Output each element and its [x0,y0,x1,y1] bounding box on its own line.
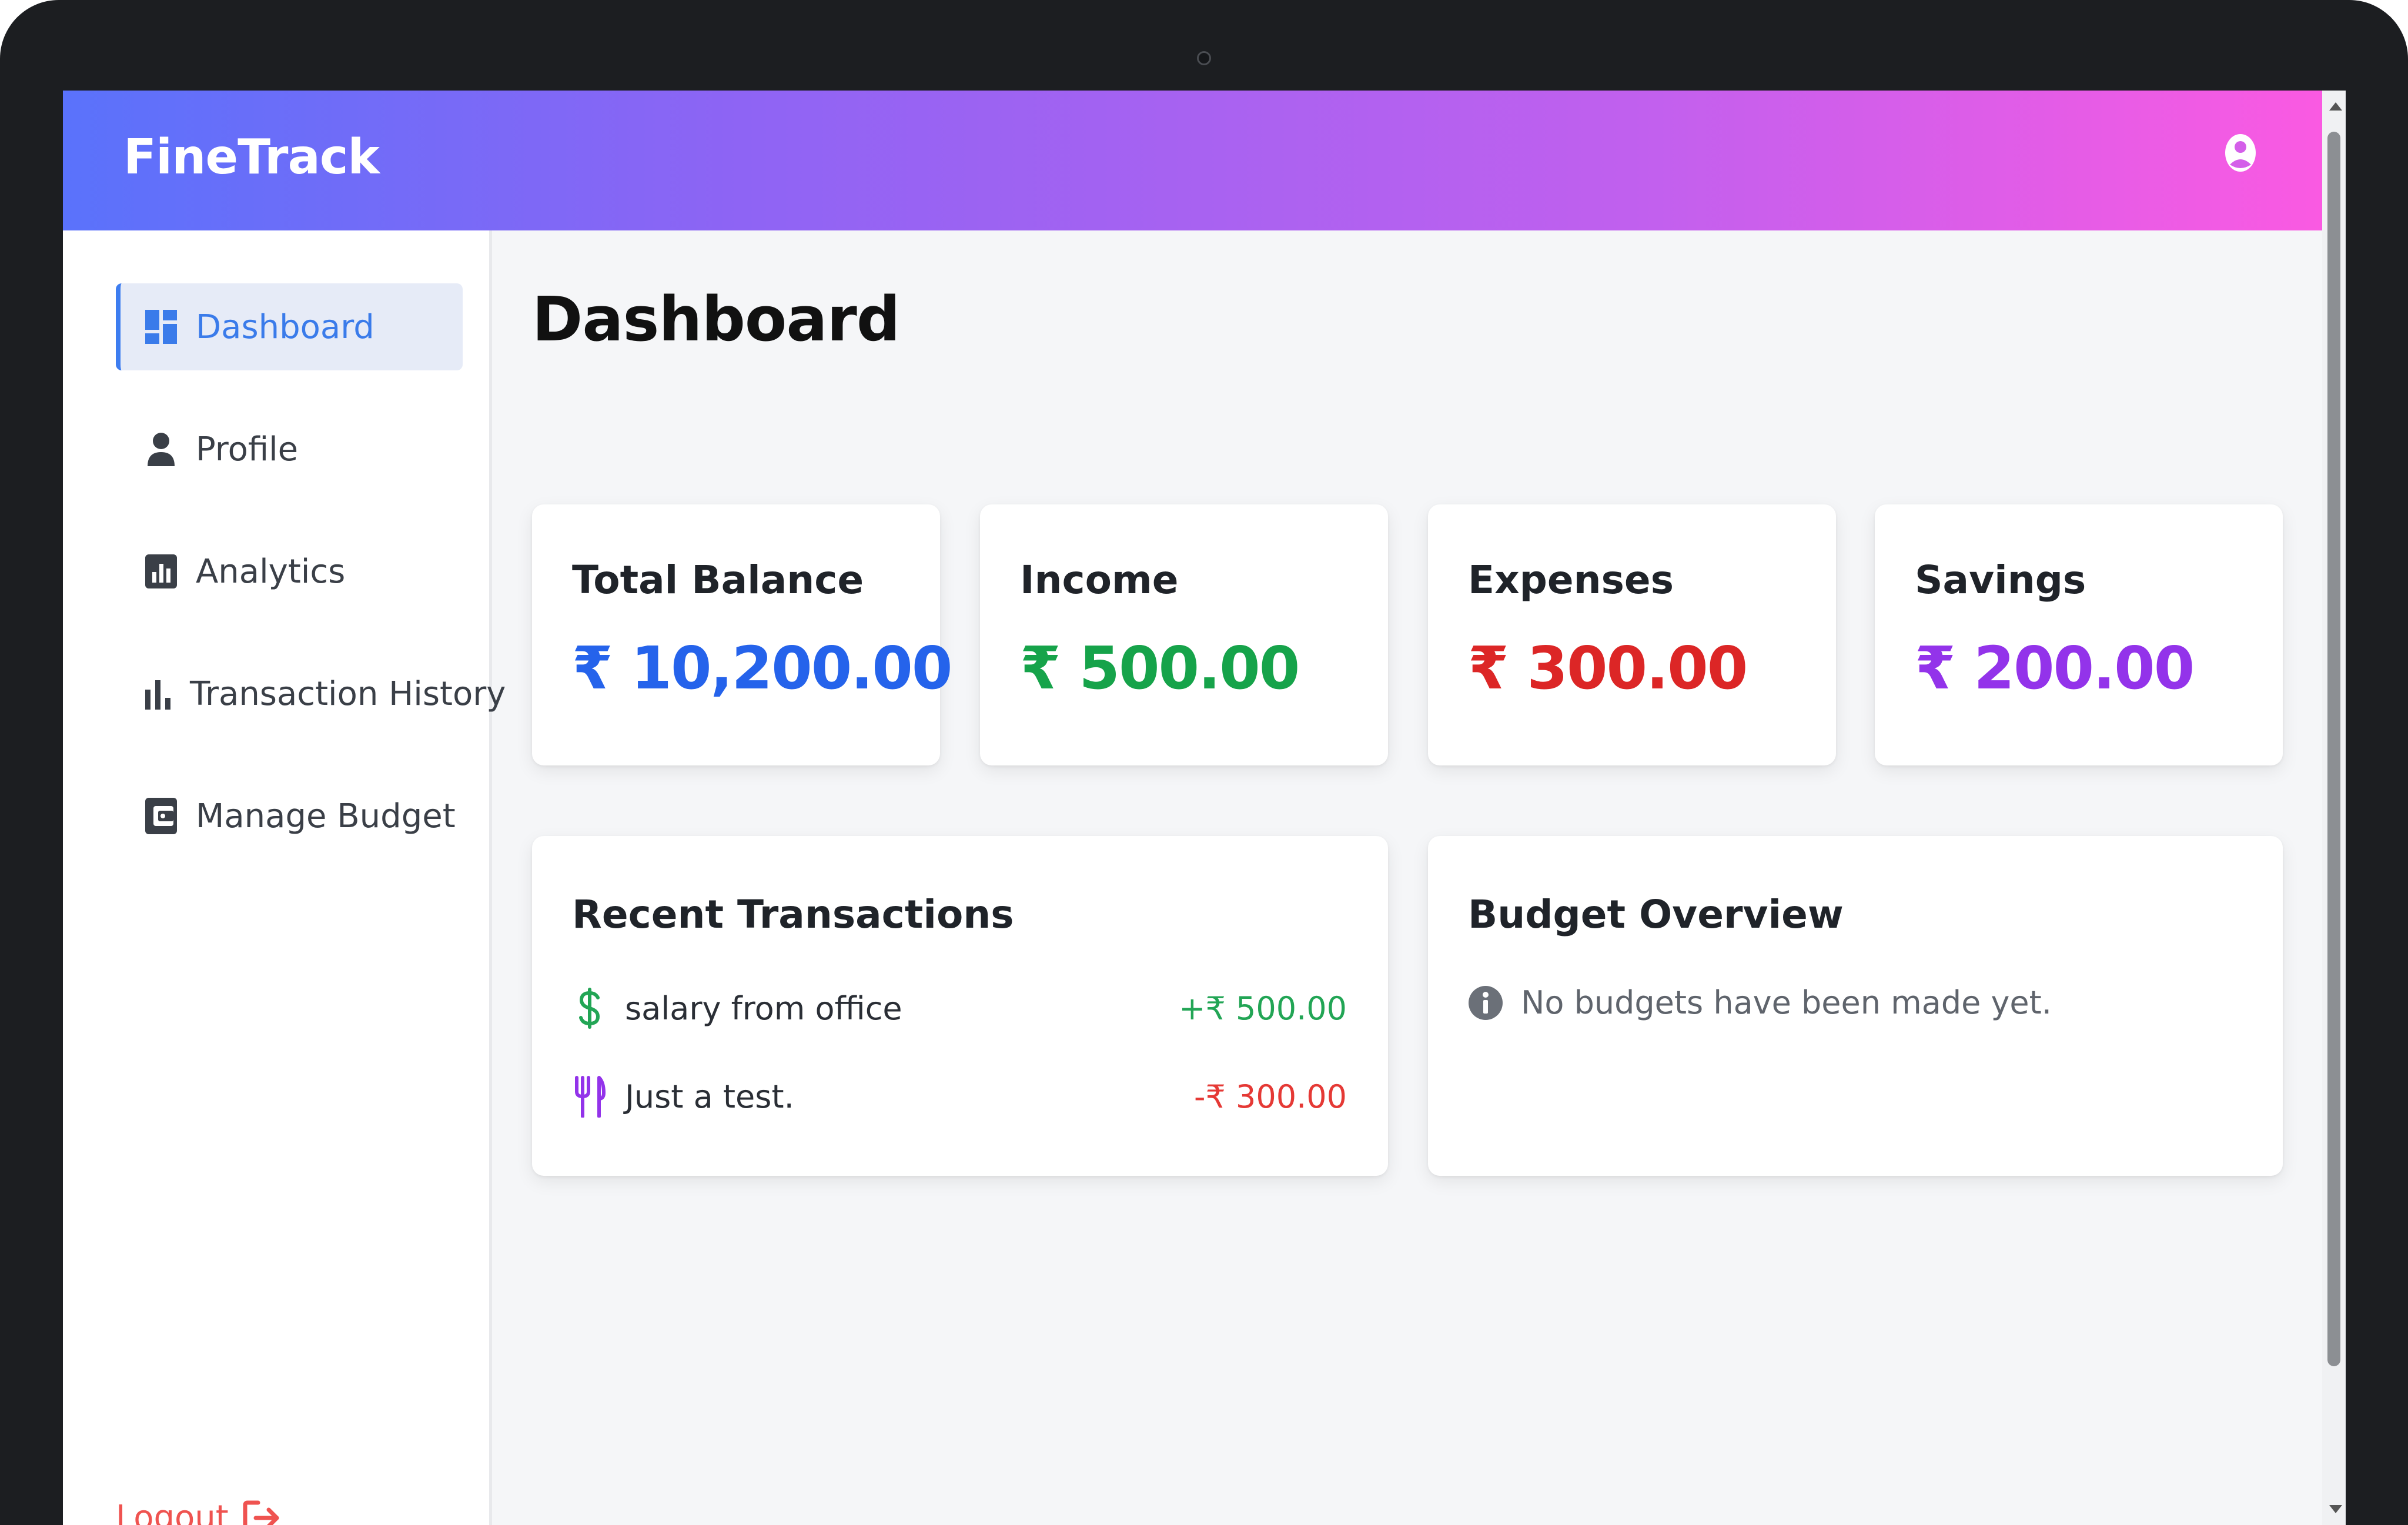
budget-empty-state: No budgets have been made yet. [1468,984,2052,1021]
stat-title: Expenses [1468,557,1674,603]
bar-chart-icon [144,677,172,711]
panel-title: Budget Overview [1468,892,1844,937]
recent-transactions-card: Recent Transactions salary from office +… [532,836,1388,1176]
transaction-amount: +₹ 500.00 [1179,989,1347,1027]
user-account-icon[interactable] [2221,129,2260,176]
stat-card-savings: Savings ₹ 200.00 [1875,504,2283,765]
scroll-thumb[interactable] [2327,132,2340,1366]
scroll-up-arrow-icon[interactable] [2329,102,2342,111]
sidebar-item-manage-budget[interactable]: Manage Budget [116,772,463,860]
stat-value: ₹ 300.00 [1468,634,1748,703]
dashboard-icon [144,310,178,344]
sidebar-item-label: Profile [196,430,299,469]
device-frame: FineTrack Dashboard Profile Analytics Tr… [0,0,2408,1525]
stat-card-income: Income ₹ 500.00 [980,504,1388,765]
stat-value: ₹ 10,200.00 [572,634,952,703]
transaction-amount: -₹ 300.00 [1194,1078,1347,1115]
logout-icon [243,1500,279,1525]
scroll-down-arrow-icon[interactable] [2329,1505,2342,1513]
logout-label: Logout [116,1499,229,1525]
dollar-icon [572,985,607,1032]
person-icon [144,432,178,466]
analytics-icon [144,554,178,588]
stat-value: ₹ 200.00 [1915,634,2195,703]
vertical-scrollbar[interactable] [2322,91,2346,1525]
main-content: Dashboard Total Balance ₹ 10,200.00 Inco… [495,230,2322,1525]
camera-dot [1197,51,1211,65]
sidebar-item-label: Manage Budget [196,797,456,835]
stat-card-expenses: Expenses ₹ 300.00 [1428,504,1836,765]
sidebar-item-label: Transaction History [190,674,506,713]
fork-knife-icon [572,1073,607,1120]
sidebar: Dashboard Profile Analytics Transaction … [63,230,506,1525]
sidebar-item-label: Dashboard [196,307,374,346]
sidebar-item-label: Analytics [196,552,346,591]
stat-title: Income [1020,557,1179,603]
sidebar-item-transaction-history[interactable]: Transaction History [116,650,506,737]
page-title: Dashboard [532,283,900,355]
budget-overview-card: Budget Overview No budgets have been mad… [1428,836,2283,1176]
transaction-description: salary from office [625,989,902,1027]
stat-value: ₹ 500.00 [1020,634,1300,703]
empty-budget-text: No budgets have been made yet. [1521,984,2052,1021]
wallet-icon [144,798,178,834]
stat-title: Total Balance [572,557,864,603]
info-icon [1469,985,1503,1020]
top-header: FineTrack [63,91,2322,230]
sidebar-item-dashboard[interactable]: Dashboard [116,283,463,370]
sidebar-item-profile[interactable]: Profile [116,406,463,493]
app-screen: FineTrack Dashboard Profile Analytics Tr… [63,91,2322,1525]
logout-button[interactable]: Logout [116,1499,280,1525]
transaction-row[interactable]: Just a test. -₹ 300.00 [572,1070,1347,1123]
transaction-row[interactable]: salary from office +₹ 500.00 [572,982,1347,1035]
transaction-description: Just a test. [625,1078,794,1115]
stat-title: Savings [1915,557,2086,603]
sidebar-item-analytics[interactable]: Analytics [116,528,463,615]
stat-card-total-balance: Total Balance ₹ 10,200.00 [532,504,952,765]
panel-title: Recent Transactions [572,892,1014,937]
brand-logo[interactable]: FineTrack [123,129,380,185]
